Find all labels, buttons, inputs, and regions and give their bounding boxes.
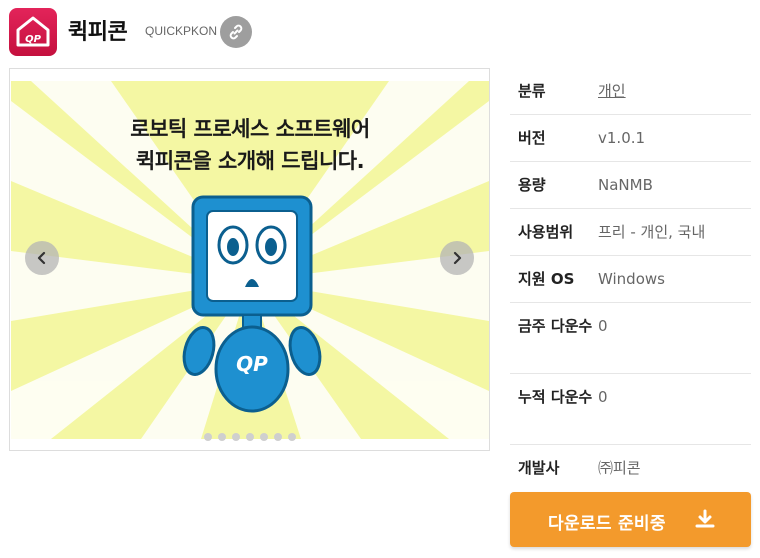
- info-row: 금주 다운수 0: [510, 303, 751, 374]
- app-info-table: 분류 개인버전 v1.0.1 용량 NaNMB 사용범위 프리 - 개인, 국내지원 OS W…: [510, 68, 751, 492]
- info-value: 0: [598, 317, 608, 335]
- info-key: 누적 다운수: [518, 388, 593, 406]
- download-button-label: 다운로드 준비중: [548, 514, 666, 534]
- carousel-dot[interactable]: [273, 433, 282, 441]
- app-subtitle: QUICKPKON: [145, 24, 218, 38]
- category-link-text[interactable]: 개인: [598, 82, 626, 100]
- info-value: Windows: [598, 270, 665, 288]
- carousel-dot[interactable]: [217, 433, 226, 441]
- carousel-next-button[interactable]: [440, 241, 474, 275]
- banner-line-1: 로보틱 프로세스 소프트웨어: [130, 117, 370, 141]
- link-icon: [229, 24, 243, 40]
- chevron-left-icon: [37, 251, 46, 265]
- info-row: 지원 OS Windows: [510, 256, 751, 303]
- info-key: 금주 다운수: [518, 317, 593, 335]
- app-logo: QP: [9, 8, 57, 56]
- info-value: 0: [598, 388, 608, 406]
- info-value: v1.0.1: [598, 129, 646, 147]
- app-logo-text: QP: [25, 34, 42, 45]
- banner-line-2: 퀵피콘을 소개해 드립니다.: [135, 149, 365, 173]
- app-title: 퀵피콘: [68, 20, 128, 45]
- info-key: 분류: [518, 82, 546, 100]
- info-row: 누적 다운수 0: [510, 374, 751, 445]
- house-icon: QP: [16, 16, 50, 47]
- info-value: NaNMB: [598, 176, 653, 194]
- info-row: 버전 v1.0.1: [510, 115, 751, 162]
- info-row: 용량 NaNMB: [510, 162, 751, 209]
- info-row: 사용범위 프리 - 개인, 국내: [510, 209, 751, 256]
- info-value: ㈜피콘: [598, 459, 641, 477]
- carousel-dot[interactable]: [203, 433, 212, 441]
- info-row: 개발사 ㈜피콘: [510, 445, 751, 492]
- carousel-dot[interactable]: [287, 433, 296, 441]
- info-row: 분류 개인: [510, 68, 751, 115]
- category-link[interactable]: 개인: [598, 79, 751, 114]
- info-value: 프리 - 개인, 국내: [598, 223, 706, 241]
- chevron-right-icon: [453, 251, 462, 265]
- mascot-text: QP: [236, 352, 268, 376]
- carousel-prev-button[interactable]: [25, 241, 59, 275]
- carousel-dot[interactable]: [259, 433, 268, 441]
- carousel-pagination: [10, 433, 489, 441]
- info-key: 개발사: [518, 459, 560, 477]
- screenshot-carousel[interactable]: 로보틱 프로세스 소프트웨어 퀵피콘을 소개해 드립니다. QP: [9, 68, 490, 451]
- mascot-illustration: QP: [182, 195, 322, 413]
- info-key: 지원 OS: [518, 270, 575, 288]
- info-key: 용량: [518, 176, 546, 194]
- carousel-dot[interactable]: [245, 433, 254, 441]
- info-key: 버전: [518, 129, 546, 147]
- carousel-slide: 로보틱 프로세스 소프트웨어 퀵피콘을 소개해 드립니다. QP: [11, 81, 489, 439]
- download-button[interactable]: 다운로드 준비중: [510, 492, 751, 547]
- info-key: 사용범위: [518, 223, 574, 241]
- link-button[interactable]: [220, 16, 252, 48]
- carousel-dot[interactable]: [231, 433, 240, 441]
- download-icon: [695, 509, 715, 528]
